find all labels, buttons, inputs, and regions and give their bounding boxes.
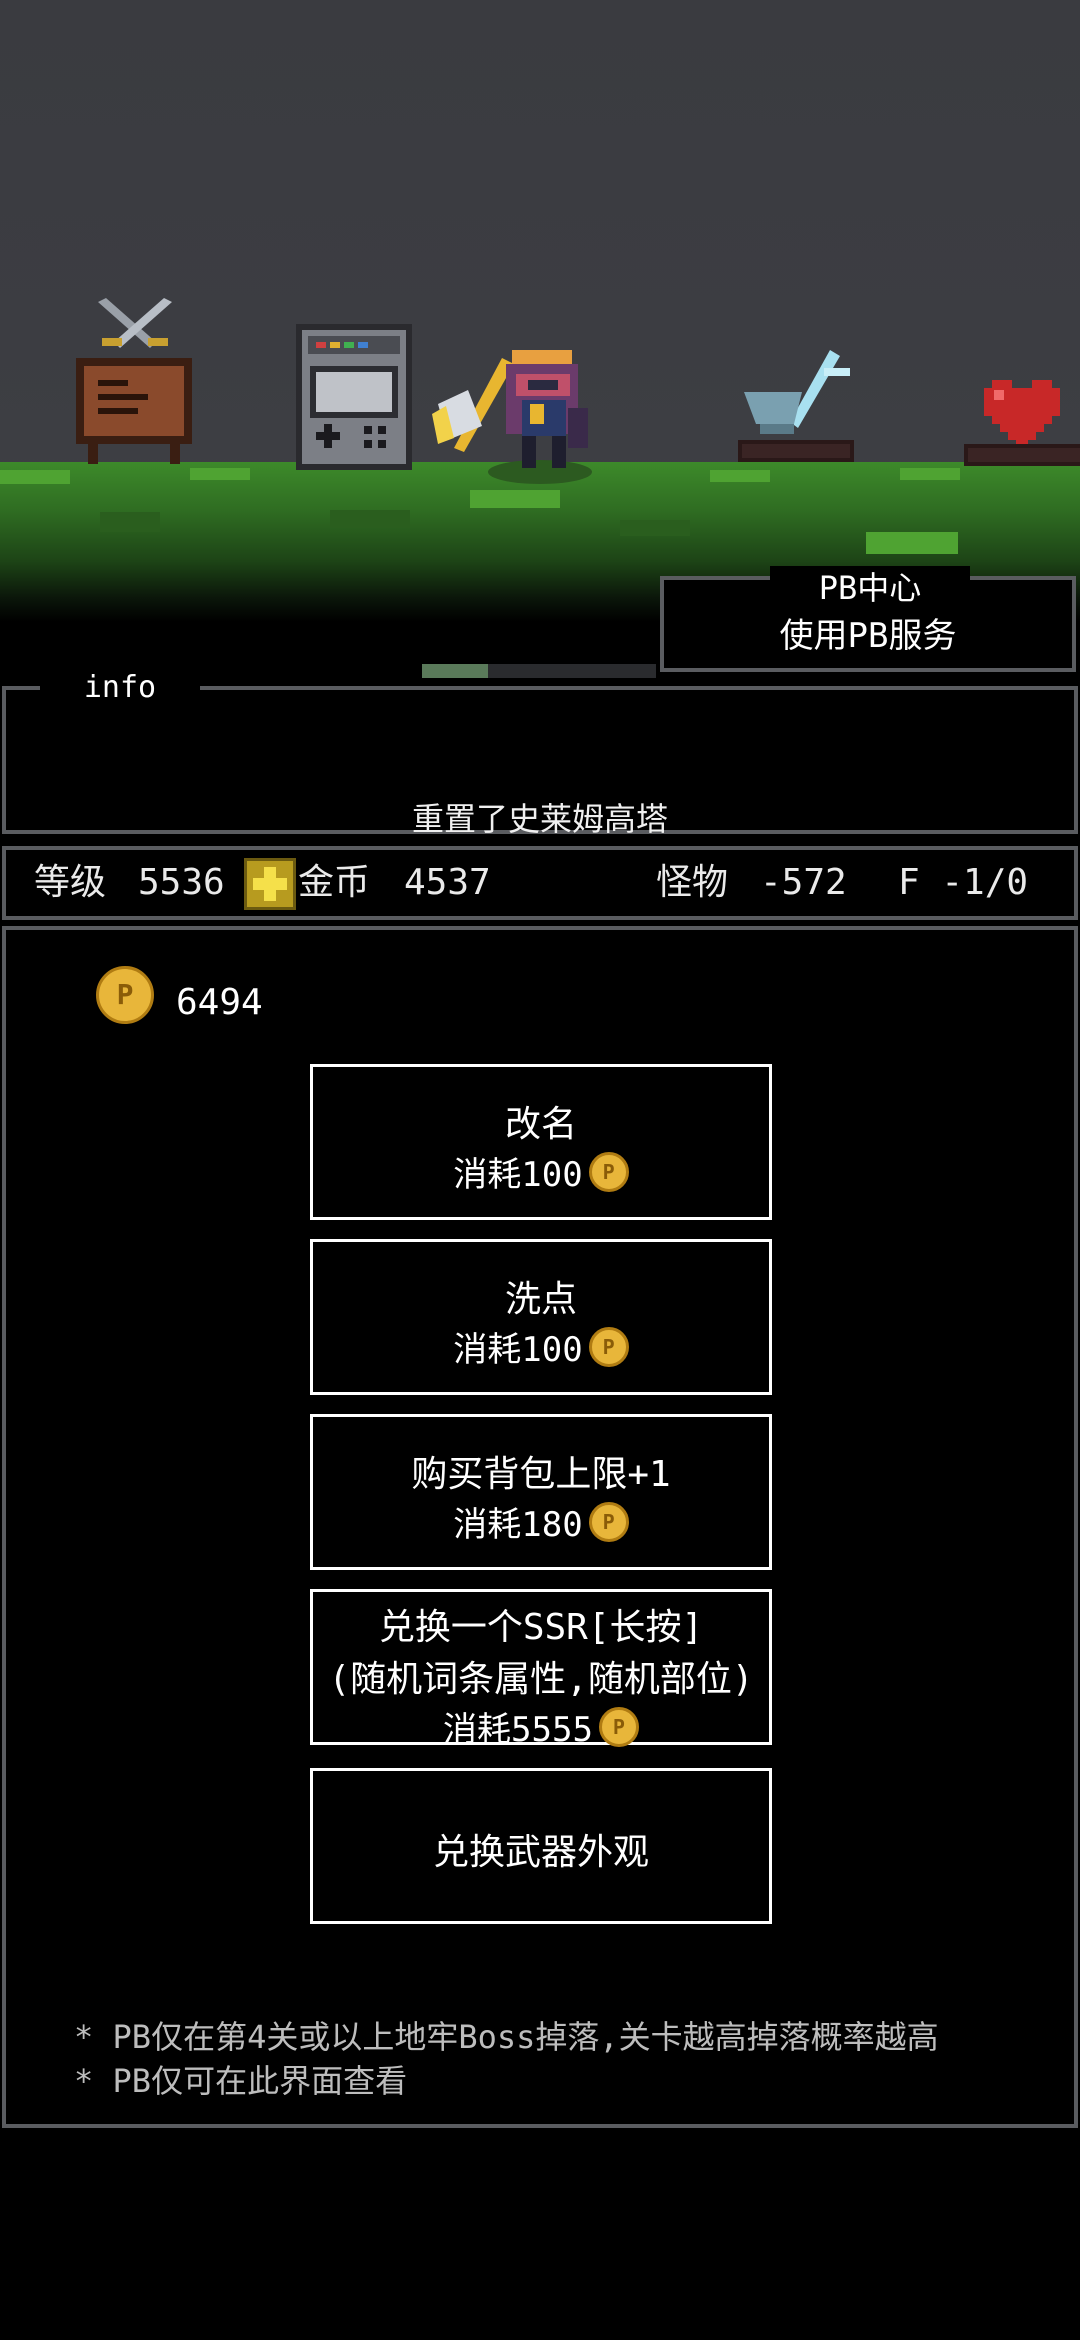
info-label: info: [40, 668, 200, 708]
pb-center-subtitle[interactable]: 使用PB服务: [664, 608, 1072, 657]
cost-text: 消耗100: [453, 1155, 583, 1195]
level-value: 5536: [138, 862, 225, 903]
pb-coin-icon: P: [588, 1151, 629, 1192]
reset-points-button[interactable]: 洗点 消耗100 P: [310, 1239, 772, 1395]
rename-button[interactable]: 改名 消耗100 P: [310, 1064, 772, 1220]
pb-coin-icon: P: [598, 1706, 639, 1747]
gold-value: 4537: [404, 862, 491, 903]
cost-text: 消耗5555: [443, 1710, 593, 1750]
floor-value: F -1/0: [898, 862, 1029, 903]
progress-bar: [422, 664, 656, 678]
crossed-swords-icon[interactable]: [92, 296, 178, 356]
add-gold-button[interactable]: [244, 858, 296, 910]
cost-text: 消耗100: [453, 1330, 583, 1370]
monster-label: 怪物: [656, 862, 729, 903]
info-message: 重置了史莱姆高塔: [411, 800, 668, 838]
drop-note: * PB仅在第4关或以上地牢Boss掉落,关卡越高掉落概率越高: [74, 2018, 939, 2056]
pb-coin-icon: P: [588, 1326, 629, 1367]
pb-coin-icon: P: [588, 1501, 629, 1542]
gold-label: 金币: [298, 862, 371, 903]
progress-fill: [422, 664, 488, 678]
button-title: 兑换一个SSR[长按]: [378, 1607, 704, 1648]
pb-coin-icon: P: [96, 966, 154, 1024]
button-cost: 消耗180 P: [453, 1497, 629, 1546]
notice-board-icon[interactable]: [74, 352, 194, 464]
pb-center-title: PB中心: [770, 566, 970, 610]
weapon-skin-button[interactable]: 兑换武器外观: [310, 1768, 772, 1924]
arcade-machine-icon[interactable]: [294, 322, 414, 472]
button-title: 洗点: [504, 1279, 577, 1320]
hero-character[interactable]: [418, 344, 608, 490]
button-subtitle: (随机词条属性,随机部位): [328, 1659, 754, 1700]
button-title: 购买背包上限+1: [411, 1454, 671, 1495]
buy-bag-capacity-button[interactable]: 购买背包上限+1 消耗180 P: [310, 1414, 772, 1570]
heart-icon[interactable]: [964, 376, 1080, 466]
anvil-hammer-icon[interactable]: [736, 348, 856, 464]
cost-text: 消耗180: [453, 1505, 583, 1545]
button-title: 兑换武器外观: [432, 1832, 649, 1873]
level-label: 等级: [34, 862, 107, 903]
button-cost: 消耗5555 P: [443, 1702, 639, 1751]
view-note: * PB仅可在此界面查看: [74, 2062, 408, 2100]
plus-icon: [253, 867, 287, 901]
exchange-ssr-button[interactable]: 兑换一个SSR[长按] (随机词条属性,随机部位) 消耗5555 P: [310, 1589, 772, 1750]
button-title: 改名: [504, 1104, 577, 1145]
pb-balance: 6494: [176, 982, 263, 1023]
button-cost: 消耗100 P: [453, 1147, 629, 1196]
button-cost: 消耗100 P: [453, 1322, 629, 1371]
monster-value: -572: [760, 862, 847, 903]
